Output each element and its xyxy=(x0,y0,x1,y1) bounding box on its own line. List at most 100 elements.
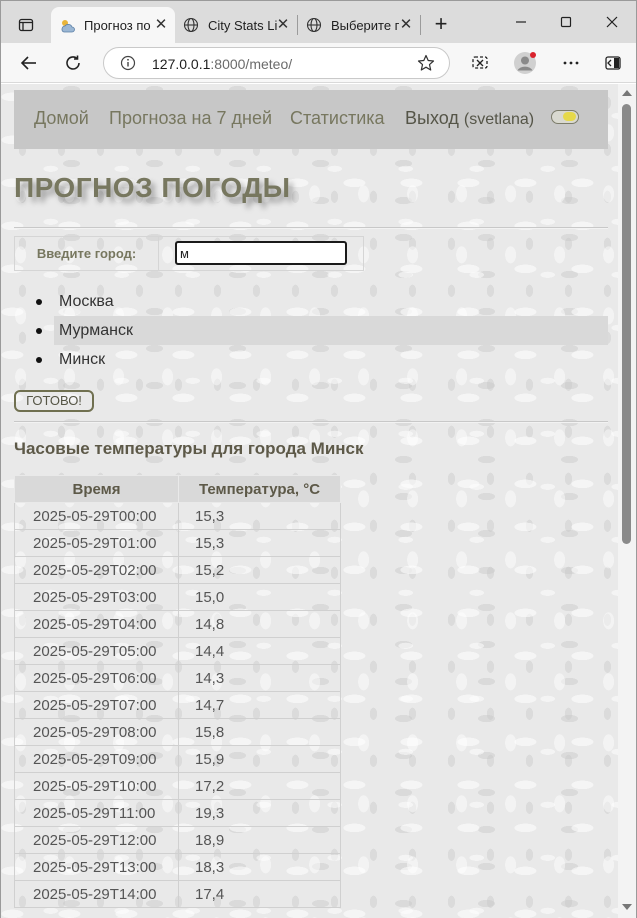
tab-close-icon[interactable]: ✕ xyxy=(398,17,414,33)
page-title: ПРОГНОЗ ПОГОДЫ xyxy=(14,172,291,203)
time-cell: 2025-05-29T12:00 xyxy=(14,826,179,854)
tab-separator xyxy=(420,15,421,35)
tab-close-icon[interactable]: ✕ xyxy=(275,17,291,33)
table-row: 2025-05-29T09:00 15,9 xyxy=(14,745,341,773)
table-title: Часовые температуры для города Минск xyxy=(14,439,364,458)
temperature-cell: 15,9 xyxy=(178,745,341,773)
suggestion-item-moscow[interactable]: Москва xyxy=(14,287,608,316)
table-header-row: Время Температура, °C xyxy=(14,475,341,503)
screen-cast-icon[interactable] xyxy=(466,49,494,77)
table-row: 2025-05-29T13:00 18,3 xyxy=(14,853,341,881)
time-cell: 2025-05-29T02:00 xyxy=(14,556,179,584)
username-label: (svetlana) xyxy=(463,111,535,128)
table-body: 2025-05-29T00:00 15,3 2025-05-29T01:00 15,3… xyxy=(14,502,341,908)
profile-avatar-icon[interactable] xyxy=(511,49,539,77)
logout-label: Выход xyxy=(405,108,459,128)
time-cell: 2025-05-29T05:00 xyxy=(14,637,179,665)
temperature-cell: 18,9 xyxy=(178,826,341,854)
submit-button[interactable]: ГОТОВО! xyxy=(14,390,94,412)
top-navigation: Домой Прогноза на 7 дней Статистика Выхо… xyxy=(14,90,608,149)
scroll-down-arrow-icon[interactable] xyxy=(622,904,632,910)
tab-strip: Прогноз по ✕ City Stats Li ✕ Выберите г … xyxy=(1,1,636,43)
theme-toggle-knob xyxy=(563,112,576,121)
time-cell: 2025-05-29T14:00 xyxy=(14,880,179,908)
close-window-icon[interactable] xyxy=(600,11,624,33)
temperature-cell: 19,3 xyxy=(178,799,341,827)
temperature-cell: 17,4 xyxy=(178,880,341,908)
time-cell: 2025-05-29T13:00 xyxy=(14,853,179,881)
table-row: 2025-05-29T01:00 15,3 xyxy=(14,529,341,557)
city-input[interactable] xyxy=(175,241,347,265)
city-form: Введите город: xyxy=(14,236,364,271)
theme-toggle[interactable] xyxy=(551,110,579,124)
suggestion-item-minsk[interactable]: Минск xyxy=(14,345,608,374)
reload-icon[interactable] xyxy=(59,49,87,77)
table-row: 2025-05-29T04:00 14,8 xyxy=(14,610,341,638)
tab-city-stats[interactable]: City Stats Li ✕ xyxy=(175,7,297,43)
temperature-cell: 14,7 xyxy=(178,691,341,719)
time-cell: 2025-05-29T08:00 xyxy=(14,718,179,746)
table-row: 2025-05-29T03:00 15,0 xyxy=(14,583,341,611)
nav-statistics-link[interactable]: Статистика xyxy=(290,108,385,129)
tab-choose-city[interactable]: Выберите г ✕ xyxy=(298,7,420,43)
globe-icon xyxy=(183,17,199,33)
time-cell: 2025-05-29T04:00 xyxy=(14,610,179,638)
table-row: 2025-05-29T07:00 14,7 xyxy=(14,691,341,719)
nav-logout-link[interactable]: Выход (svetlana) xyxy=(405,108,534,129)
weather-favicon-icon xyxy=(61,20,75,33)
temperature-cell: 15,0 xyxy=(178,583,341,611)
tab-title: Выберите г xyxy=(331,17,400,33)
maximize-icon[interactable] xyxy=(554,11,578,33)
tab-actions-icon[interactable] xyxy=(11,13,41,37)
divider xyxy=(14,421,608,423)
time-cell: 2025-05-29T11:00 xyxy=(14,799,179,827)
globe-icon xyxy=(306,17,322,33)
browser-window: Прогноз по ✕ City Stats Li ✕ Выберите г … xyxy=(0,0,637,918)
column-header-temperature: Температура, °C xyxy=(178,475,341,503)
temperature-table: Время Температура, °C 2025-05-29T00:00 15… xyxy=(14,475,341,908)
temperature-cell: 15,8 xyxy=(178,718,341,746)
divider xyxy=(14,227,608,229)
table-row: 2025-05-29T05:00 14,4 xyxy=(14,637,341,665)
page-scrollbar[interactable] xyxy=(618,84,636,918)
nav-forecast-7-days-link[interactable]: Прогноза на 7 дней xyxy=(109,108,272,129)
table-row: 2025-05-29T12:00 18,9 xyxy=(14,826,341,854)
city-label: Введите город: xyxy=(15,237,159,270)
table-row: 2025-05-29T14:00 17,4 xyxy=(14,880,341,908)
time-cell: 2025-05-29T01:00 xyxy=(14,529,179,557)
column-header-time: Время xyxy=(14,475,179,503)
table-row: 2025-05-29T02:00 15,2 xyxy=(14,556,341,584)
time-cell: 2025-05-29T00:00 xyxy=(14,502,179,530)
temperature-cell: 15,3 xyxy=(178,529,341,557)
back-arrow-icon[interactable] xyxy=(15,49,43,77)
temperature-cell: 14,3 xyxy=(178,664,341,692)
address-bar[interactable]: 127.0.0.1:8000/meteo/ xyxy=(103,47,450,79)
tab-title: Прогноз по xyxy=(84,17,151,33)
time-cell: 2025-05-29T03:00 xyxy=(14,583,179,611)
url-text: 127.0.0.1:8000/meteo/ xyxy=(152,56,292,72)
browser-toolbar: 127.0.0.1:8000/meteo/ xyxy=(1,43,636,83)
url-host: 127.0.0.1 xyxy=(152,56,211,72)
scroll-up-arrow-icon[interactable] xyxy=(622,90,632,96)
temperature-cell: 18,3 xyxy=(178,853,341,881)
sidebar-toggle-icon[interactable] xyxy=(599,49,627,77)
more-menu-icon[interactable] xyxy=(557,49,585,77)
suggestion-item-murmansk[interactable]: Мурманск xyxy=(36,316,608,345)
time-cell: 2025-05-29T06:00 xyxy=(14,664,179,692)
table-row: 2025-05-29T06:00 14,3 xyxy=(14,664,341,692)
info-icon[interactable] xyxy=(120,55,136,71)
time-cell: 2025-05-29T07:00 xyxy=(14,691,179,719)
time-cell: 2025-05-29T10:00 xyxy=(14,772,179,800)
tab-weather[interactable]: Прогноз по ✕ xyxy=(51,7,175,43)
city-suggestions-list: Москва Мурманск Минск xyxy=(14,287,608,374)
new-tab-icon[interactable]: + xyxy=(429,13,453,37)
tab-close-icon[interactable]: ✕ xyxy=(153,17,169,33)
table-row: 2025-05-29T08:00 15,8 xyxy=(14,718,341,746)
favorite-star-icon[interactable] xyxy=(417,54,435,72)
temperature-cell: 15,3 xyxy=(178,502,341,530)
minimize-icon[interactable] xyxy=(509,11,533,33)
url-path: :8000/meteo/ xyxy=(210,56,293,72)
temperature-cell: 14,8 xyxy=(178,610,341,638)
scrollbar-thumb[interactable] xyxy=(622,104,631,544)
nav-home-link[interactable]: Домой xyxy=(34,108,89,129)
